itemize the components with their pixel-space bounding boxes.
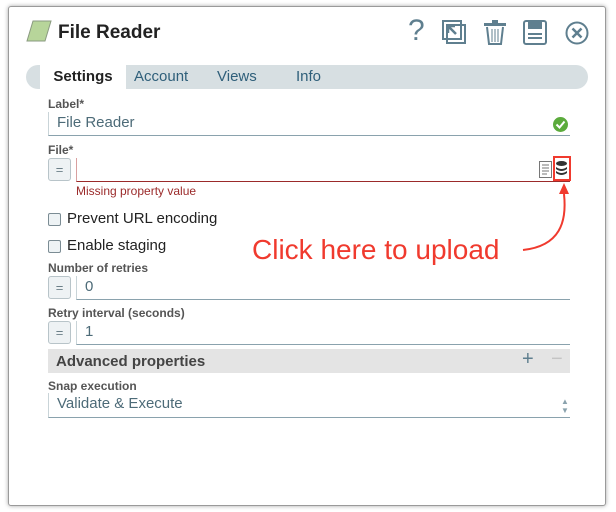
advanced-properties-bar: Advanced properties + − [48, 348, 570, 373]
browse-file-icon[interactable] [539, 161, 552, 178]
annotation-arrow-icon [522, 183, 569, 251]
help-icon[interactable]: ? [408, 14, 425, 48]
prevent-url-encoding-checkbox[interactable] [48, 213, 61, 226]
export-icon[interactable] [442, 20, 466, 45]
upload-annotation-text: Click here to upload [252, 234, 500, 265]
tab-settings[interactable]: Settings [40, 65, 126, 89]
retry-interval-expression-toggle[interactable]: = [48, 321, 71, 344]
retry-interval-label: Retry interval (seconds) [48, 306, 185, 320]
file-field-label: File* [48, 143, 74, 157]
retries-label: Number of retries [48, 261, 149, 275]
enable-staging-checkbox[interactable] [48, 240, 61, 253]
file-error-message: Missing property value [76, 184, 197, 198]
dialog-title: File Reader [58, 22, 161, 43]
tab-views[interactable]: Views [209, 65, 265, 89]
snap-execution-select[interactable]: Validate & Execute [48, 393, 570, 418]
label-input[interactable]: File Reader [48, 112, 570, 136]
valid-check-icon [553, 117, 568, 132]
advanced-properties-label: Advanced properties [56, 353, 206, 370]
trash-icon[interactable] [484, 20, 506, 45]
snap-logo-icon [26, 20, 52, 42]
retry-interval-input[interactable]: 1 [76, 321, 570, 345]
remove-property-icon[interactable]: − [551, 348, 563, 371]
snap-execution-label: Snap execution [48, 379, 137, 393]
file-expression-toggle[interactable]: = [48, 158, 71, 181]
select-arrows-icon: ▲ ▼ [561, 397, 569, 415]
enable-staging-label: Enable staging [67, 237, 167, 254]
label-field-label: Label* [48, 97, 85, 111]
retries-expression-toggle[interactable]: = [48, 276, 71, 299]
tab-account[interactable]: Account [126, 65, 196, 89]
prevent-url-encoding-label: Prevent URL encoding [67, 210, 218, 227]
file-input[interactable] [76, 158, 570, 182]
tab-info[interactable]: Info [288, 65, 329, 89]
upload-highlight-box [553, 156, 571, 181]
retries-input[interactable]: 0 [76, 276, 570, 300]
tab-bar: Settings Account Views Info [26, 65, 588, 89]
add-property-icon[interactable]: + [522, 348, 534, 371]
save-icon[interactable] [523, 20, 547, 45]
close-icon[interactable] [565, 21, 589, 45]
